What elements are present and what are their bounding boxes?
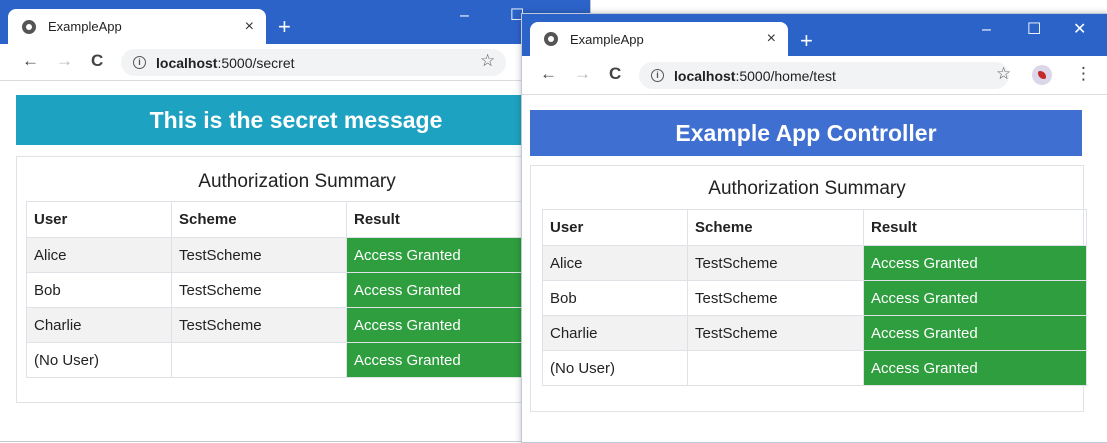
reload-icon[interactable]: C [91, 52, 103, 70]
url-input[interactable]: i localhost:5000/secret [121, 49, 506, 76]
result-cell: Access Granted [863, 245, 1087, 281]
title-bar: ExampleApp × + – ☐ [0, 0, 590, 44]
column-header: User [542, 209, 688, 246]
address-bar: ← → C i localhost:5000/secret ☆ [0, 44, 590, 81]
tab-title: ExampleApp [48, 19, 122, 34]
scheme-cell: TestScheme [171, 237, 347, 273]
url-text: localhost:5000/secret [156, 54, 295, 71]
maximize-icon[interactable]: ☐ [1027, 22, 1041, 38]
result-cell: Access Granted [863, 280, 1087, 316]
scheme-cell: TestScheme [687, 315, 864, 351]
user-cell: Charlie [542, 315, 688, 351]
back-icon[interactable]: ← [540, 65, 557, 83]
column-header: Scheme [687, 209, 864, 246]
menu-icon[interactable]: ⋮ [1075, 65, 1092, 83]
tab-title: ExampleApp [570, 31, 644, 47]
user-cell: Bob [542, 280, 688, 316]
table-header-row: User Scheme Result [542, 209, 1087, 246]
user-cell: (No User) [542, 350, 688, 386]
table-row: Alice TestScheme Access Granted [26, 237, 586, 273]
globe-icon [22, 19, 36, 34]
page-content: Example App Controller Authorization Sum… [522, 95, 1107, 442]
globe-icon [544, 32, 558, 46]
summary-table: User Scheme Result Alice TestScheme Acce… [542, 209, 1087, 386]
close-tab-icon[interactable]: × [245, 18, 254, 35]
result-cell: Access Granted [863, 350, 1087, 386]
table-row: Alice TestScheme Access Granted [542, 245, 1087, 281]
user-cell: Bob [26, 272, 172, 308]
scheme-cell: TestScheme [687, 280, 864, 316]
user-cell: Alice [542, 245, 688, 281]
table-row: Charlie TestScheme Access Granted [542, 315, 1087, 351]
profile-avatar[interactable] [1032, 65, 1052, 85]
minimize-icon[interactable]: – [460, 8, 469, 24]
minimize-icon[interactable]: – [982, 22, 991, 38]
table-header-row: User Scheme Result [26, 201, 586, 238]
browser-window-secret: ExampleApp × + – ☐ ← → C i localhost:500… [0, 0, 591, 442]
back-icon[interactable]: ← [22, 52, 39, 70]
bookmark-star-icon[interactable]: ☆ [480, 52, 495, 70]
browser-window-controller: ExampleApp × + – ☐ ✕ ← → C i localhost:5… [521, 13, 1107, 443]
bookmark-star-icon[interactable]: ☆ [996, 65, 1011, 83]
new-tab-icon[interactable]: + [278, 16, 291, 38]
column-header: User [26, 201, 172, 238]
summary-title: Authorization Summary [198, 171, 396, 192]
scheme-cell: TestScheme [171, 307, 347, 343]
table-row: (No User) Access Granted [26, 342, 586, 378]
table-row: Bob TestScheme Access Granted [542, 280, 1087, 316]
url-text: localhost:5000/home/test [674, 67, 836, 84]
page-content: This is the secret message Authorization… [0, 81, 590, 441]
summary-title: Authorization Summary [708, 178, 906, 199]
summary-card: Authorization Summary User Scheme Result… [16, 156, 586, 403]
scheme-cell [171, 342, 347, 378]
column-header: Result [863, 209, 1087, 246]
user-cell: (No User) [26, 342, 172, 378]
close-tab-icon[interactable]: × [767, 31, 776, 47]
forward-icon[interactable]: → [56, 52, 73, 70]
url-input[interactable]: i localhost:5000/home/test [639, 62, 1009, 89]
info-icon[interactable]: i [651, 69, 664, 82]
scheme-cell: TestScheme [687, 245, 864, 281]
summary-table: User Scheme Result Alice TestScheme Acce… [26, 201, 586, 378]
title-bar: ExampleApp × + – ☐ ✕ [522, 14, 1107, 56]
page-banner: Example App Controller [530, 110, 1082, 156]
browser-tab[interactable]: ExampleApp × [530, 22, 788, 56]
address-bar: ← → C i localhost:5000/home/test ☆ ⋮ [522, 56, 1107, 95]
forward-icon[interactable]: → [574, 65, 591, 83]
user-cell: Alice [26, 237, 172, 273]
summary-card: Authorization Summary User Scheme Result… [530, 165, 1087, 412]
page-banner: This is the secret message [16, 95, 576, 145]
new-tab-icon[interactable]: + [800, 30, 813, 52]
scheme-cell [687, 350, 864, 386]
result-cell: Access Granted [863, 315, 1087, 351]
table-row: Charlie TestScheme Access Granted [26, 307, 586, 343]
browser-tab[interactable]: ExampleApp × [8, 9, 266, 44]
reload-icon[interactable]: C [609, 65, 621, 83]
table-row: (No User) Access Granted [542, 350, 1087, 386]
table-row: Bob TestScheme Access Granted [26, 272, 586, 308]
user-cell: Charlie [26, 307, 172, 343]
info-icon[interactable]: i [133, 56, 146, 69]
scheme-cell: TestScheme [171, 272, 347, 308]
column-header: Scheme [171, 201, 347, 238]
window-close-icon[interactable]: ✕ [1073, 22, 1086, 38]
